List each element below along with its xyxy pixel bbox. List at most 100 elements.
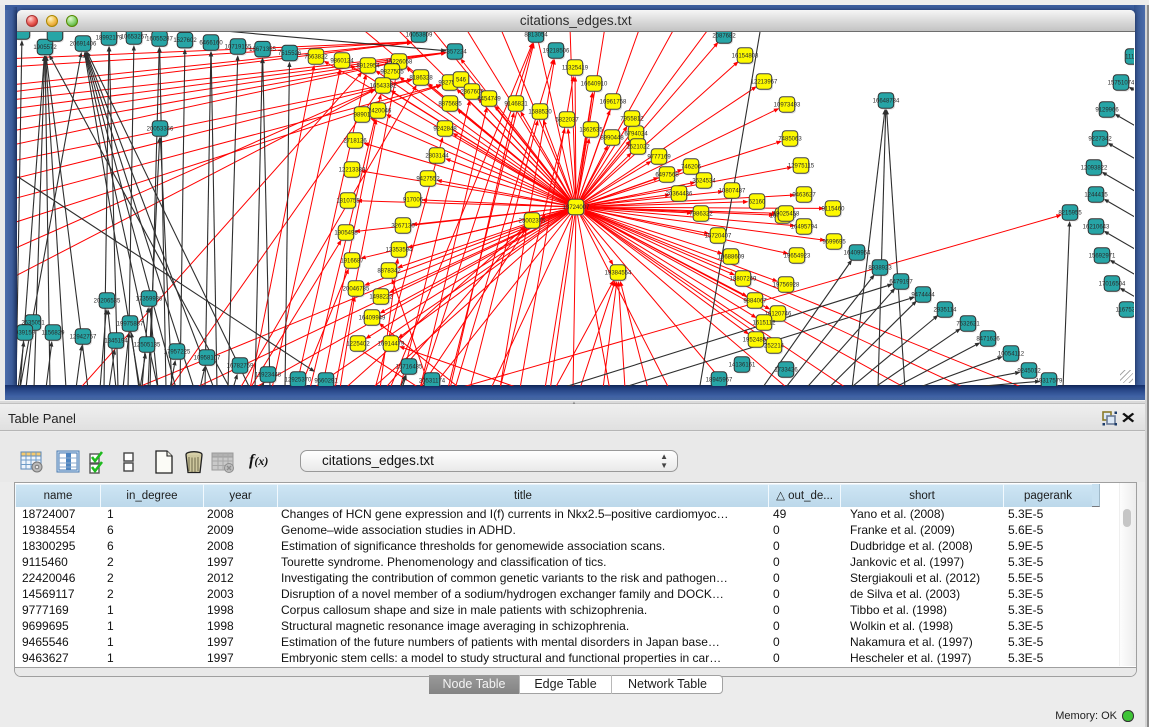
svg-text:1615112: 1615112 <box>753 320 777 326</box>
svg-text:2803144: 2803144 <box>425 153 449 159</box>
svg-text:16648784: 16648784 <box>873 98 900 104</box>
svg-text:8471626: 8471626 <box>976 336 1000 342</box>
svg-text:9474444: 9474444 <box>911 292 935 298</box>
svg-text:23002375: 23002375 <box>519 218 546 224</box>
svg-text:746206: 746206 <box>681 164 702 170</box>
svg-text:12213967: 12213967 <box>751 79 778 85</box>
svg-text:8186328: 8186328 <box>409 75 433 81</box>
svg-text:1905572: 1905572 <box>33 45 57 51</box>
svg-text:9146821: 9146821 <box>504 101 528 107</box>
svg-text:18945967: 18945967 <box>706 377 733 383</box>
svg-text:1345194: 1345194 <box>104 338 128 344</box>
svg-text:20691406: 20691406 <box>70 41 97 47</box>
svg-text:98901: 98901 <box>354 112 371 118</box>
svg-text:19975887: 19975887 <box>117 321 144 327</box>
svg-text:1527602: 1527602 <box>173 38 197 44</box>
svg-text:8875685: 8875685 <box>438 101 462 107</box>
svg-text:15692971: 15692971 <box>1089 253 1116 259</box>
svg-text:16495794: 16495794 <box>791 224 818 230</box>
svg-text:16409954: 16409954 <box>844 250 871 256</box>
svg-text:6466160: 6466160 <box>199 40 223 46</box>
svg-text:9777169: 9777169 <box>647 154 671 160</box>
svg-text:16961758: 16961758 <box>600 99 627 105</box>
svg-text:16053809: 16053809 <box>406 32 433 38</box>
svg-text:20046785: 20046785 <box>343 286 370 292</box>
svg-text:17359936: 17359936 <box>136 296 163 302</box>
svg-text:16640910: 16640910 <box>581 81 608 87</box>
svg-text:1588520: 1588520 <box>528 109 552 115</box>
svg-text:10719155: 10719155 <box>225 44 252 50</box>
svg-text:19218506: 19218506 <box>543 48 570 54</box>
svg-text:252214: 252214 <box>764 343 785 349</box>
svg-text:7357224: 7357224 <box>443 49 467 55</box>
svg-text:1244415: 1244415 <box>1084 192 1108 198</box>
svg-text:7955812: 7955812 <box>620 116 644 122</box>
svg-text:12975115: 12975115 <box>788 163 815 169</box>
svg-text:8454749: 8454749 <box>477 96 501 102</box>
svg-text:5822037: 5822037 <box>555 117 579 123</box>
svg-text:8813054: 8813054 <box>524 32 548 38</box>
svg-text:17016504: 17016504 <box>1099 281 1126 287</box>
svg-text:16671355: 16671355 <box>249 47 276 53</box>
svg-text:9242848: 9242848 <box>433 126 457 132</box>
svg-text:16055287: 16055287 <box>146 36 173 42</box>
svg-text:6794024: 6794024 <box>624 131 648 137</box>
svg-text:1733426: 1733426 <box>774 367 798 373</box>
svg-text:9129966: 9129966 <box>1095 107 1119 113</box>
svg-text:2718126: 2718126 <box>343 138 367 144</box>
svg-text:18724007: 18724007 <box>563 205 590 211</box>
svg-text:9560291: 9560291 <box>314 378 338 384</box>
svg-text:3267130: 3267130 <box>391 223 415 229</box>
svg-text:16409949: 16409949 <box>359 315 386 321</box>
svg-text:14136161: 14136161 <box>729 362 756 368</box>
svg-text:19025458: 19025458 <box>773 211 800 217</box>
svg-text:1905498: 1905498 <box>334 230 358 236</box>
svg-text:8912954: 8912954 <box>356 63 380 69</box>
svg-text:9827505: 9827505 <box>380 69 404 75</box>
svg-text:15751074: 15751074 <box>1108 80 1134 86</box>
svg-text:9699695: 9699695 <box>822 239 846 245</box>
svg-text:1621022: 1621022 <box>626 144 650 150</box>
svg-text:8878342: 8878342 <box>377 268 401 274</box>
svg-text:1167533: 1167533 <box>1116 307 1134 313</box>
svg-text:15716485: 15716485 <box>396 364 423 370</box>
svg-text:7986322: 7986322 <box>689 211 713 217</box>
svg-text:16543382: 16543382 <box>370 83 397 89</box>
svg-text:18807249: 18807249 <box>730 276 757 282</box>
svg-text:18992179: 18992179 <box>96 35 123 41</box>
svg-text:8215955: 8215955 <box>1058 210 1082 216</box>
svg-text:16914479: 16914479 <box>378 341 405 347</box>
svg-text:1810755: 1810755 <box>336 198 360 204</box>
svg-text:19384554: 19384554 <box>605 270 632 276</box>
svg-text:1225402: 1225402 <box>346 341 370 347</box>
svg-text:9884067: 9884067 <box>743 298 767 304</box>
svg-text:1916687: 1916687 <box>340 258 364 264</box>
svg-text:10973493: 10973493 <box>774 102 801 108</box>
svg-text:7485063: 7485063 <box>778 136 802 142</box>
svg-text:917006: 917006 <box>403 197 424 203</box>
svg-text:9860124: 9860124 <box>330 58 354 64</box>
svg-text:62160: 62160 <box>749 199 766 205</box>
svg-text:6479197: 6479197 <box>889 279 913 285</box>
svg-text:8938923: 8938923 <box>868 265 892 271</box>
svg-text:19317579: 19317579 <box>1036 378 1063 384</box>
svg-text:12505135: 12505135 <box>134 342 161 348</box>
svg-text:11325419: 11325419 <box>562 65 589 71</box>
svg-text:20053346: 20053346 <box>147 126 174 132</box>
svg-text:9463627: 9463627 <box>792 192 816 198</box>
svg-text:19756928: 19756928 <box>773 282 800 288</box>
svg-text:1156829: 1156829 <box>42 330 66 336</box>
svg-text:10653267: 10653267 <box>121 34 148 40</box>
svg-text:939159: 939159 <box>17 330 36 336</box>
svg-text:17957225: 17957225 <box>164 349 191 355</box>
svg-text:9245012: 9245012 <box>1017 368 1041 374</box>
svg-text:16154808: 16154808 <box>732 53 759 59</box>
svg-text:7632621: 7632621 <box>956 321 980 327</box>
svg-text:10958107: 10958107 <box>194 355 221 361</box>
svg-text:546: 546 <box>456 77 467 83</box>
svg-text:9115460: 9115460 <box>822 206 846 212</box>
svg-text:19654923: 19654923 <box>784 253 811 259</box>
svg-text:8990448: 8990448 <box>600 135 624 141</box>
svg-text:12213389: 12213389 <box>339 167 366 173</box>
svg-text:10054112: 10054112 <box>998 351 1025 357</box>
